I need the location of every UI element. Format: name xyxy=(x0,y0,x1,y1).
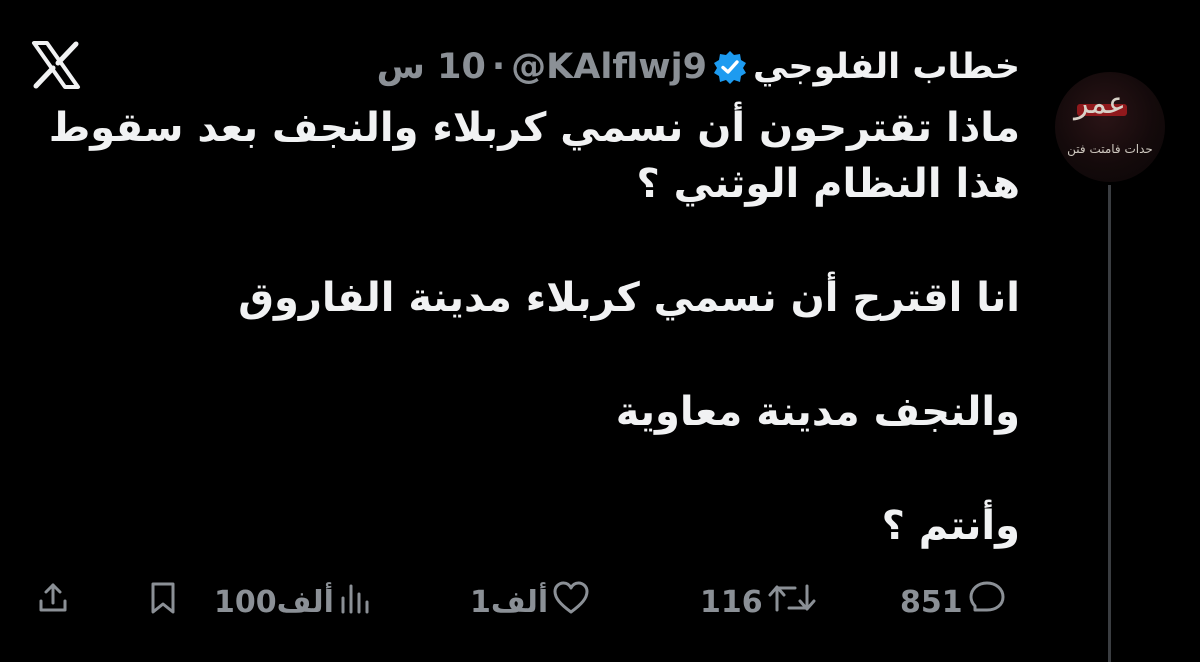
reply-button[interactable]: 851 xyxy=(900,580,1007,624)
views-chart-icon xyxy=(338,580,374,624)
likes-count: 1ألف xyxy=(470,584,549,620)
verified-badge-icon xyxy=(713,50,747,84)
action-bar: 100ألف 1ألف 116 851 xyxy=(0,580,1200,624)
author-handle[interactable]: @KAlflwj9 xyxy=(511,47,707,87)
like-button[interactable]: 1ألف xyxy=(470,580,590,624)
separator-dot: · xyxy=(491,47,506,87)
tweet-line: انا اقترح أن نسمي كربلاء مدينة الفاروق xyxy=(238,275,1020,321)
tweet-screenshot: عمر حدات فامتت فتن خطاب الفلوجي @KAlflwj… xyxy=(0,0,1200,662)
avatar-main-text: عمر xyxy=(1074,86,1126,121)
avatar-sub-text: حدات فامتت فتن xyxy=(1067,142,1153,156)
tweet-text: ماذا تقترحون أن نسمي كربلاء والنجف بعد س… xyxy=(48,100,1020,554)
repost-button[interactable]: 116 xyxy=(700,580,817,624)
share-button[interactable] xyxy=(36,580,70,624)
tweet-line: والنجف مدينة معاوية xyxy=(615,389,1020,435)
tweet-line: وأنتم ؟ xyxy=(881,503,1020,549)
avatar[interactable]: عمر حدات فامتت فتن xyxy=(1055,72,1165,182)
heart-icon xyxy=(552,580,590,624)
share-icon xyxy=(36,581,70,623)
reply-icon xyxy=(967,579,1007,625)
bookmark-icon xyxy=(146,580,180,624)
repost-icon xyxy=(767,580,817,624)
replies-count: 851 xyxy=(900,584,963,620)
reposts-count: 116 xyxy=(700,584,763,620)
bookmark-button[interactable] xyxy=(146,580,180,624)
author-name[interactable]: خطاب الفلوجي xyxy=(753,47,1020,87)
tweet-line: ماذا تقترحون أن نسمي كربلاء والنجف بعد س… xyxy=(48,105,1020,151)
views-button[interactable]: 100ألف xyxy=(214,580,374,624)
tweet-time[interactable]: 10 س xyxy=(377,47,486,87)
tweet-line: هذا النظام الوثني ؟ xyxy=(636,161,1020,207)
views-count: 100ألف xyxy=(214,584,334,620)
x-logo-icon[interactable] xyxy=(30,40,82,90)
tweet-header: خطاب الفلوجي @KAlflwj9 · 10 س xyxy=(377,44,1020,90)
